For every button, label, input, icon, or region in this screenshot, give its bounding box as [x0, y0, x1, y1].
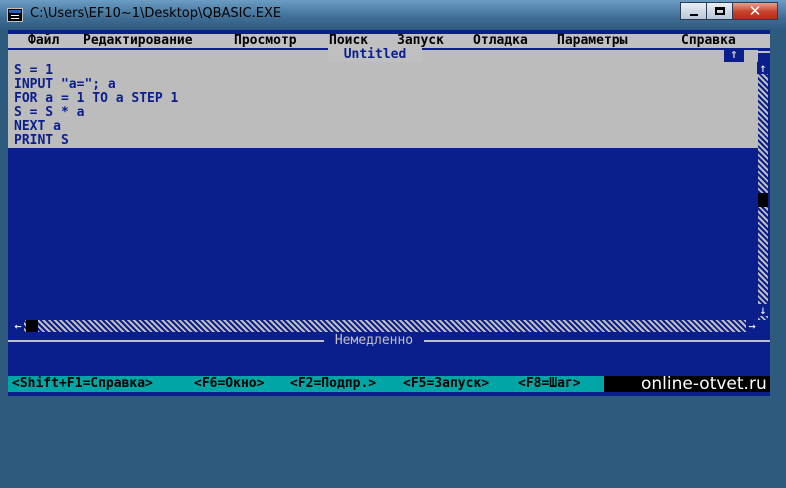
menu-bar: Файл Редактирование Просмотр Поиск Запус… — [8, 34, 770, 48]
code-line: FOR a = 1 TO a STEP 1 — [14, 91, 179, 106]
console-app-icon — [7, 8, 23, 22]
code-editor[interactable]: S = 1 INPUT "a="; a FOR a = 1 TO a STEP … — [8, 50, 758, 148]
menu-help[interactable]: Справка — [681, 34, 736, 48]
immediate-window-title[interactable]: Немедленно — [324, 334, 424, 348]
scroll-right-arrow-icon[interactable]: → — [746, 320, 758, 332]
code-line: PRINT S — [14, 133, 69, 148]
menu-edit[interactable]: Редактирование — [83, 34, 193, 48]
watermark: online-otvet.ru — [641, 374, 767, 394]
status-subs-shortcut[interactable]: <F2=Подпр.> — [290, 377, 376, 391]
horizontal-scrollbar[interactable] — [20, 320, 754, 332]
menu-search[interactable]: Поиск — [329, 34, 368, 48]
menu-options[interactable]: Параметры — [557, 34, 627, 48]
maximize-button[interactable] — [706, 2, 733, 20]
status-run-shortcut[interactable]: <F5=Запуск> — [403, 377, 489, 391]
vertical-scroll-thumb[interactable] — [758, 193, 768, 207]
menu-debug[interactable]: Отладка — [473, 34, 528, 48]
window-titlebar[interactable]: C:\Users\EF10~1\Desktop\QBASIC.EXE ✕ — [0, 0, 786, 30]
code-line: NEXT a — [14, 119, 61, 134]
maximize-icon — [715, 7, 725, 15]
close-icon: ✕ — [748, 2, 762, 20]
code-line: S = S * a — [14, 105, 85, 120]
scroll-left-arrow-icon[interactable]: ← — [12, 320, 24, 332]
minimize-button[interactable] — [680, 2, 707, 20]
vertical-scrollbar[interactable] — [758, 62, 768, 320]
qbasic-console[interactable]: Файл Редактирование Просмотр Поиск Запус… — [8, 30, 770, 396]
scroll-up-arrow-icon[interactable]: ↑ — [757, 62, 769, 74]
status-help-shortcut[interactable]: <Shift+F1=Справка> — [12, 377, 153, 391]
menu-file[interactable]: Файл — [28, 34, 59, 48]
status-window-shortcut[interactable]: <F6=Окно> — [194, 377, 264, 391]
maximize-editor-button[interactable]: ↑ — [724, 48, 744, 62]
close-button[interactable]: ✕ — [732, 2, 778, 20]
menu-run[interactable]: Запуск — [397, 34, 444, 48]
editor-title: Untitled — [328, 48, 422, 62]
menu-view[interactable]: Просмотр — [234, 34, 297, 48]
code-line: INPUT "a="; a — [14, 77, 116, 92]
window-controls: ✕ — [680, 2, 778, 20]
window-title: C:\Users\EF10~1\Desktop\QBASIC.EXE — [30, 6, 282, 21]
status-step-shortcut[interactable]: <F8=Шаг> — [518, 377, 581, 391]
horizontal-scroll-thumb[interactable] — [26, 320, 38, 332]
minimize-icon — [690, 14, 698, 16]
scroll-down-arrow-icon[interactable]: ↓ — [757, 304, 769, 316]
code-line: S = 1 — [14, 63, 54, 78]
